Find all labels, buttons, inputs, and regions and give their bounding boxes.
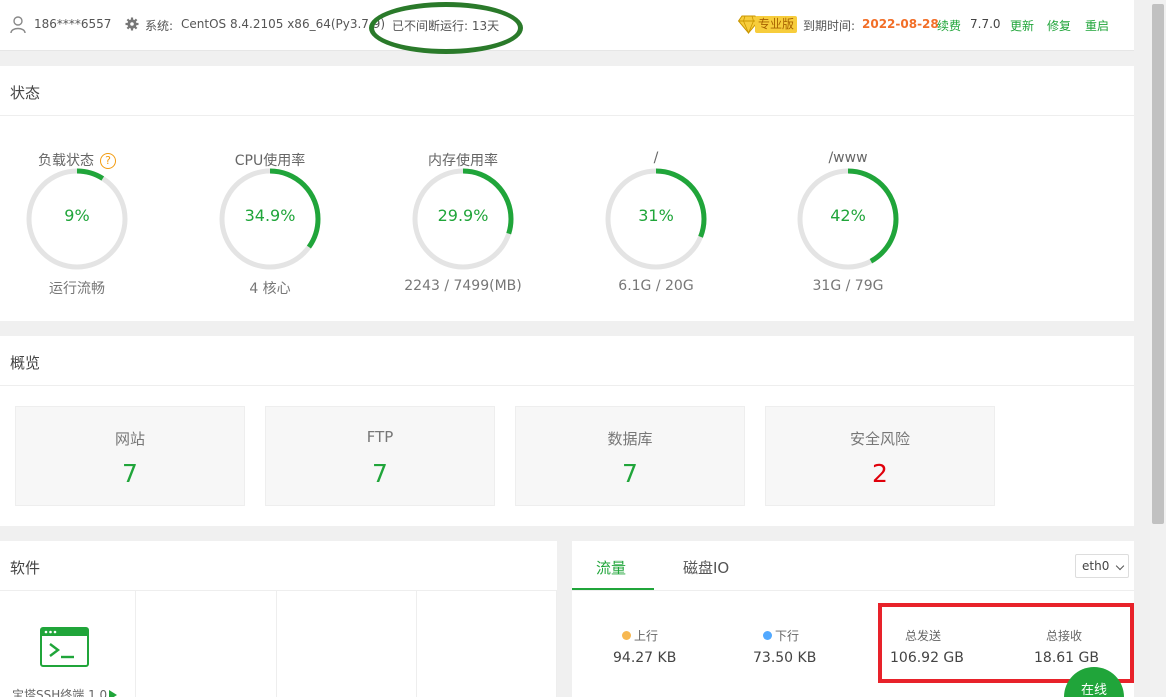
play-icon bbox=[109, 690, 118, 697]
software-item-ssh[interactable]: 宝塔SSH终端 1.0 bbox=[12, 686, 118, 697]
overview-card-value: 7 bbox=[622, 459, 638, 488]
status-title: 状态 bbox=[10, 84, 41, 102]
username[interactable]: 186****6557 bbox=[34, 17, 111, 31]
download-dot-icon bbox=[763, 631, 772, 640]
gauge-title: /www bbox=[755, 150, 941, 166]
gauge-subtext: 运行流畅 bbox=[49, 281, 105, 297]
user-icon bbox=[10, 16, 26, 34]
gauge-title: / bbox=[563, 150, 749, 166]
software-title: 软件 bbox=[10, 559, 41, 577]
system-label: 系统: bbox=[145, 19, 174, 33]
version-number: 7.7.0 bbox=[970, 17, 1001, 31]
interface-select[interactable]: eth0 bbox=[1075, 554, 1129, 578]
gauge-value: 42% bbox=[830, 206, 866, 225]
software-item-name: 宝塔SSH终端 1.0 bbox=[12, 688, 108, 697]
gear-icon bbox=[125, 17, 139, 31]
tab-traffic[interactable]: 流量 bbox=[596, 557, 626, 578]
uptime-highlight-circle bbox=[369, 2, 523, 54]
pro-edition-badge: 专业版 bbox=[755, 16, 798, 33]
renew-link[interactable]: 续费 bbox=[937, 17, 961, 34]
repair-link[interactable]: 修复 bbox=[1047, 17, 1071, 34]
update-link[interactable]: 更新 bbox=[1010, 17, 1034, 34]
gauge-title-text: /www bbox=[828, 150, 868, 166]
gauge-title-text: / bbox=[653, 150, 659, 166]
page-scrollbar[interactable] bbox=[1150, 0, 1166, 697]
chevron-down-icon bbox=[1115, 561, 1125, 571]
scrollbar-thumb[interactable] bbox=[1152, 4, 1164, 524]
software-cell-empty bbox=[136, 590, 277, 697]
expire-label: 到期时间: bbox=[803, 19, 856, 33]
gauge-value: 9% bbox=[64, 206, 90, 225]
software-cell-empty bbox=[277, 590, 417, 697]
overview-card-security-risks[interactable]: 安全风险 2 bbox=[765, 406, 995, 506]
download-label: 下行 bbox=[763, 627, 799, 644]
gauge-subtext: 2243 / 7499(MB) bbox=[404, 278, 522, 294]
overview-card-ftp[interactable]: FTP 7 bbox=[265, 406, 495, 506]
restart-link[interactable]: 重启 bbox=[1085, 17, 1109, 34]
upload-label: 上行 bbox=[622, 627, 658, 644]
interface-select-value: eth0 bbox=[1082, 559, 1110, 573]
overview-card-label: 安全风险 bbox=[849, 430, 910, 448]
upload-dot-icon bbox=[622, 631, 631, 640]
gauge-value: 29.9% bbox=[437, 206, 489, 225]
traffic-divider bbox=[572, 590, 1134, 591]
overview-card-value: 7 bbox=[122, 459, 138, 488]
expire-date: 2022-08-28 bbox=[862, 17, 939, 31]
overview-divider bbox=[0, 385, 1134, 386]
upload-value: 94.27 KB bbox=[613, 650, 677, 666]
overview-card-label: FTP bbox=[366, 428, 394, 446]
system-value: CentOS 8.4.2105 x86_64(Py3.7.9) bbox=[181, 17, 386, 31]
status-divider bbox=[0, 115, 1134, 116]
software-cell-empty bbox=[417, 590, 557, 697]
overview-card-label: 数据库 bbox=[607, 430, 653, 448]
upload-label-text: 上行 bbox=[634, 629, 659, 643]
overview-card-label: 网站 bbox=[114, 430, 145, 448]
download-label-text: 下行 bbox=[775, 629, 800, 643]
gauge-subtext: 31G / 79G bbox=[812, 278, 884, 294]
tab-disk-io[interactable]: 磁盘IO bbox=[683, 557, 729, 578]
gauge-value: 34.9% bbox=[244, 206, 296, 225]
overview-card-websites[interactable]: 网站 7 bbox=[15, 406, 245, 506]
gauge-subtext: 4 核心 bbox=[249, 281, 291, 297]
active-tab-indicator bbox=[572, 588, 654, 590]
terminal-icon[interactable] bbox=[40, 627, 89, 667]
gauge-subtext: 6.1G / 20G bbox=[618, 278, 694, 294]
overview-card-value: 2 bbox=[872, 459, 888, 488]
download-value: 73.50 KB bbox=[753, 650, 817, 666]
overview-card-databases[interactable]: 数据库 7 bbox=[515, 406, 745, 506]
gauge-value: 31% bbox=[638, 206, 674, 225]
top-bar: 186****6557 系统: CentOS 8.4.2105 x86_64(P… bbox=[0, 0, 1134, 54]
overview-card-value: 7 bbox=[372, 459, 388, 488]
overview-title: 概览 bbox=[10, 354, 41, 372]
